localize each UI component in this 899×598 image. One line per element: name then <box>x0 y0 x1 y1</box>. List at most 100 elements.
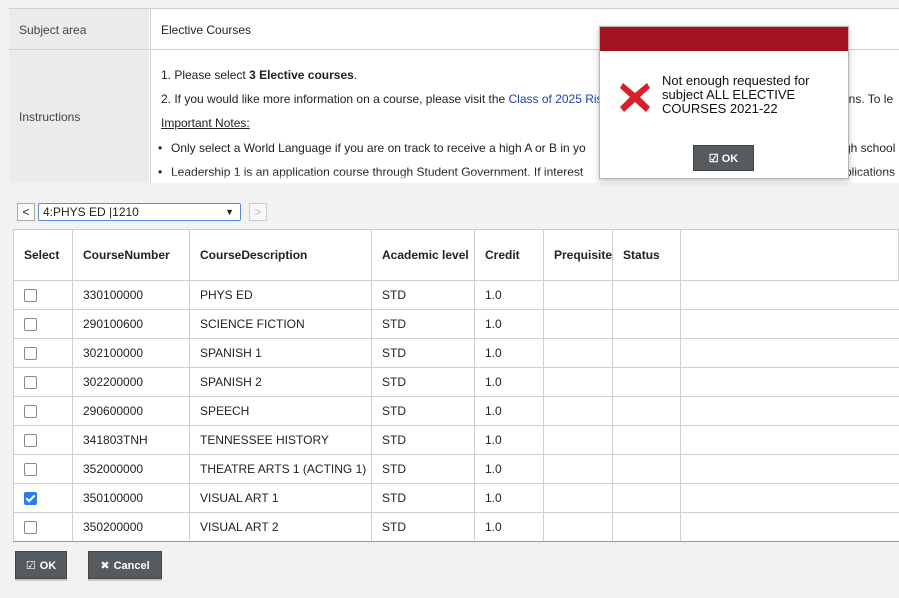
credit-cell: 1.0 <box>474 454 544 484</box>
credit-cell: 1.0 <box>474 512 544 542</box>
course-number-cell: 350200000 <box>72 512 190 542</box>
filler-cell <box>680 309 899 339</box>
dialog-message: Not enough requested for subject ALL ELE… <box>662 73 810 116</box>
header-credit: Credit <box>474 229 544 281</box>
instruction-line-1: 1. Please select 3 Elective courses. <box>161 68 357 82</box>
credit-cell: 1.0 <box>474 309 544 339</box>
select-cell <box>13 396 73 426</box>
academic-level-cell: STD <box>371 483 475 513</box>
credit-cell: 1.0 <box>474 367 544 397</box>
prerequisite-cell <box>542 512 614 542</box>
prerequisite-cell <box>542 338 614 368</box>
select-cell <box>13 454 73 484</box>
instruction-line-2: 2. If you would like more information on… <box>161 92 612 106</box>
academic-level-cell: STD <box>371 454 475 484</box>
filler-cell <box>680 512 899 542</box>
course-description-cell: PHYS ED <box>189 280 372 310</box>
next-course-button[interactable]: > <box>249 203 267 221</box>
course-checkbox[interactable] <box>24 521 37 535</box>
credit-cell: 1.0 <box>474 396 544 426</box>
course-checkbox[interactable] <box>24 405 37 419</box>
prerequisite-cell <box>542 280 614 310</box>
filler-cell <box>680 367 899 397</box>
x-icon: ✖ <box>100 560 110 572</box>
course-checkbox[interactable] <box>24 347 37 361</box>
note-bullet-1-cut: gh school S <box>844 141 899 155</box>
course-number-cell: 352000000 <box>72 454 190 484</box>
prerequisite-cell <box>542 367 614 397</box>
select-cell <box>13 425 73 455</box>
filler-cell <box>680 425 899 455</box>
table-header-row: Select CourseNumber CourseDescription Ac… <box>13 229 899 281</box>
status-cell <box>612 512 682 542</box>
course-description-cell: SPANISH 1 <box>189 338 372 368</box>
instructions-label: Instructions <box>19 110 81 124</box>
academic-level-cell: STD <box>371 338 475 368</box>
prerequisite-cell <box>542 454 614 484</box>
academic-level-cell: STD <box>371 309 475 339</box>
course-description-cell: VISUAL ART 1 <box>189 483 372 513</box>
ok-button-label: OK <box>39 560 57 572</box>
course-number-cell: 290600000 <box>72 396 190 426</box>
academic-level-cell: STD <box>371 425 475 455</box>
course-checkbox[interactable] <box>24 376 37 390</box>
course-number-cell: 290100600 <box>72 309 190 339</box>
table-row: 352000000 THEATRE ARTS 1 (ACTING 1) STD 1.0 <box>13 454 899 484</box>
table-row: 290100600 SCIENCE FICTION STD 1.0 <box>13 309 899 339</box>
error-x-icon <box>620 83 650 112</box>
table-row: 330100000 PHYS ED STD 1.0 <box>13 280 899 310</box>
instruction-1-text: 1. Please select <box>161 68 250 82</box>
cancel-button-label: Cancel <box>113 560 150 572</box>
instruction-1-bold: 3 Elective courses <box>249 68 354 82</box>
instruction-1-suffix: . <box>353 68 358 82</box>
course-checkbox[interactable] <box>24 434 37 448</box>
course-description-cell: SPANISH 2 <box>189 367 372 397</box>
table-row: 302100000 SPANISH 1 STD 1.0 <box>13 338 899 368</box>
filler-cell <box>680 280 899 310</box>
select-cell <box>13 483 73 513</box>
academic-level-cell: STD <box>371 367 475 397</box>
prerequisite-cell <box>542 483 614 513</box>
previous-course-button[interactable]: < <box>17 203 35 221</box>
course-checkbox[interactable] <box>24 492 37 506</box>
prerequisite-cell <box>542 425 614 455</box>
course-checkbox[interactable] <box>24 318 37 332</box>
cancel-button[interactable]: ✖ Cancel <box>88 551 162 579</box>
status-cell <box>612 483 682 513</box>
course-checkbox[interactable] <box>24 289 37 303</box>
filler-cell <box>680 338 899 368</box>
credit-cell: 1.0 <box>474 280 544 310</box>
class-of-2025-link[interactable]: Class of 2025 Risin <box>509 92 612 106</box>
select-cell <box>13 309 73 339</box>
course-checkbox[interactable] <box>24 463 37 477</box>
header-course-description: CourseDescription <box>189 229 372 281</box>
filler-cell <box>680 454 899 484</box>
important-notes-heading: Important Notes: <box>161 116 250 130</box>
subject-area-label: Subject area <box>19 23 87 37</box>
course-select-dropdown[interactable]: 4:PHYS ED |1210 ▼ <box>38 203 241 221</box>
course-number-cell: 350100000 <box>72 483 190 513</box>
table-row: 350200000 VISUAL ART 2 STD 1.0 <box>13 512 899 542</box>
ok-button[interactable]: ☑ OK <box>15 551 67 579</box>
select-cell <box>13 338 73 368</box>
courses-table: Select CourseNumber CourseDescription Ac… <box>13 229 899 542</box>
credit-cell: 1.0 <box>474 338 544 368</box>
course-description-cell: TENNESSEE HISTORY <box>189 425 372 455</box>
subject-area-value: Elective Courses <box>161 23 252 37</box>
course-number-cell: 341803TNH <box>72 425 190 455</box>
header-prerequisite: Prequisite <box>542 229 614 281</box>
dialog-ok-button[interactable]: ☑ OK <box>693 145 754 171</box>
table-row: 350100000 VISUAL ART 1 STD 1.0 <box>13 483 899 513</box>
table-row: 302200000 SPANISH 2 STD 1.0 <box>13 367 899 397</box>
status-cell <box>612 454 682 484</box>
dialog-ok-label: OK <box>721 153 739 165</box>
chevron-down-icon: ▼ <box>225 207 234 217</box>
filler-cell <box>680 396 899 426</box>
course-number-cell: 330100000 <box>72 280 190 310</box>
subject-area-label-cell: Subject area <box>9 9 149 50</box>
status-cell <box>612 280 682 310</box>
status-cell <box>612 367 682 397</box>
instruction-2-text: 2. If you would like more information on… <box>161 92 509 106</box>
instructions-label-cell: Instructions <box>9 50 149 183</box>
error-dialog: Not enough requested for subject ALL ELE… <box>599 26 849 179</box>
